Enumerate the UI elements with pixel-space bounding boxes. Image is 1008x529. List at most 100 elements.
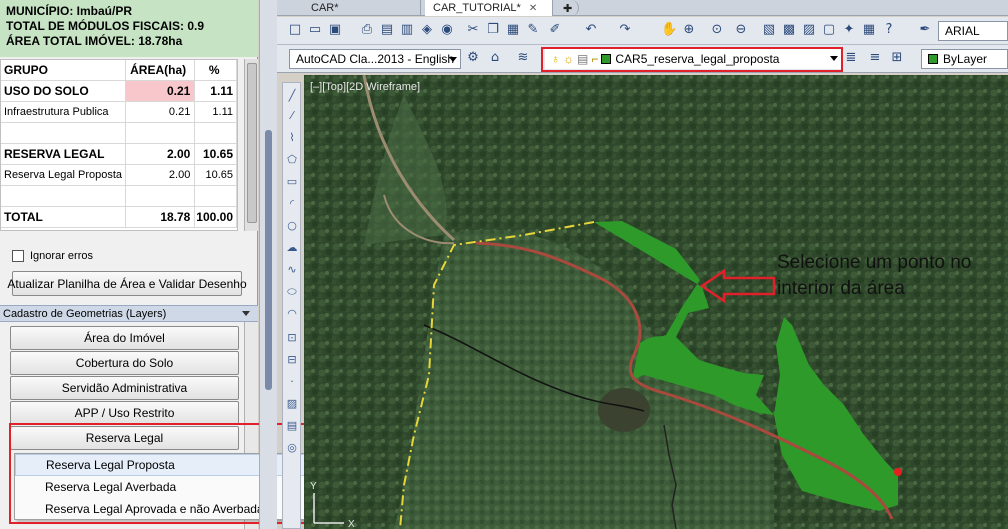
new-tab-button[interactable]: ✚ <box>559 0 579 16</box>
arc-icon[interactable]: ◜ <box>285 197 299 211</box>
table-scrollbar[interactable] <box>244 59 258 231</box>
table-row[interactable] <box>1 186 237 207</box>
reserva-legal-button[interactable]: Reserva Legal <box>10 426 239 450</box>
print-icon[interactable]: ⎙ <box>359 22 375 38</box>
layer-combo[interactable]: ♁ ☼ ▤ ⌐ CAR5_reserva_legal_proposta <box>545 49 841 69</box>
font-combo[interactable]: ARIAL <box>938 21 1008 41</box>
header-percent: % <box>195 60 237 80</box>
save-icon[interactable]: ▣ <box>327 22 343 38</box>
color-swatch <box>928 54 938 64</box>
viewport-freeze-icon: ▤ <box>577 52 589 66</box>
instruction-annotation: Selecione um ponto no interior da área <box>777 252 972 299</box>
construction-line-icon[interactable]: ⁄ <box>285 109 299 123</box>
spline-icon[interactable]: ∿ <box>285 263 299 277</box>
publish-icon[interactable]: ▥ <box>399 22 415 38</box>
chevron-down-icon[interactable] <box>242 311 250 316</box>
match-properties-icon[interactable]: ✎ <box>525 22 541 38</box>
make-current-icon[interactable]: ≣ <box>843 50 859 66</box>
zoom-previous-icon[interactable]: ⊖ <box>733 22 749 38</box>
paste-icon[interactable]: ▦ <box>505 22 521 38</box>
pan-icon[interactable]: ✋ <box>661 22 677 38</box>
cadastro-geometrias-header[interactable]: Cadastro de Geometrias (Layers) <box>0 305 258 322</box>
markup-icon[interactable]: ✦ <box>841 22 857 38</box>
table-row[interactable]: RESERVA LEGAL 2.00 10.65 <box>1 144 237 165</box>
satellite-map[interactable]: Y X <box>304 75 1008 529</box>
area-total-label: ÁREA TOTAL IMÓVEL: 18.78ha <box>6 34 183 48</box>
hatch-icon[interactable]: ▨ <box>285 397 299 411</box>
layer-name: CAR5_reserva_legal_proposta <box>615 52 780 66</box>
cobertura-solo-button[interactable]: Cobertura do Solo <box>10 351 239 375</box>
splitter-handle[interactable] <box>265 130 272 390</box>
car-panel: MUNICÍPIO: Imbaú/PR TOTAL DE MÓDULOS FIS… <box>0 0 258 529</box>
standard-toolbar: □ ▭ ▣ ⎙ ▤ ▥ ◈ ◉ ✂ ❐ ▦ ✎ ✐ ↶ ↷ ✋ ⊕ ⊙ ⊖ ▧ … <box>277 17 1008 45</box>
color-combo[interactable]: ByLayer <box>921 49 1008 69</box>
revision-cloud-icon[interactable]: ☁ <box>285 241 299 255</box>
cadastro-geometrias-label: Cadastro de Geometrias (Layers) <box>3 307 167 320</box>
tool-palettes-icon[interactable]: ▨ <box>801 22 817 38</box>
table-row[interactable]: Reserva Legal Proposta 2.00 10.65 <box>1 165 237 186</box>
tab-car-tutorial[interactable]: CAR_TUTORIAL* ✕ <box>425 0 553 16</box>
zoom-window-icon[interactable]: ⊙ <box>709 22 725 38</box>
ignorar-erros-row[interactable]: Ignorar erros <box>12 250 93 262</box>
table-row[interactable] <box>1 123 237 144</box>
layer-previous-icon[interactable]: ≡ <box>867 50 883 66</box>
drawing-viewport[interactable]: Y X [–][Top][2D Wireframe] Selecione um … <box>304 75 1008 529</box>
line-icon[interactable]: ╱ <box>285 89 299 103</box>
layer-color-swatch <box>601 54 612 64</box>
circle-icon[interactable]: ○ <box>285 219 299 233</box>
app-uso-restrito-button[interactable]: APP / Uso Restrito <box>10 401 239 425</box>
polygon-icon[interactable]: ⬠ <box>285 153 299 167</box>
viewport-controls-label[interactable]: [–][Top][2D Wireframe] <box>310 81 420 93</box>
table-scroll-thumb[interactable] <box>247 63 257 223</box>
layer-properties-icon[interactable]: ⌂ <box>487 50 503 66</box>
workspace-combo[interactable]: AutoCAD Cla...2013 - English <box>289 49 461 69</box>
servidao-administrativa-button[interactable]: Servidão Administrativa <box>10 376 239 400</box>
close-icon[interactable]: ✕ <box>529 3 537 14</box>
properties-icon[interactable]: ▧ <box>761 22 777 38</box>
area-imovel-button[interactable]: Área do Imóvel <box>10 326 239 350</box>
table-header: GRUPO ÁREA(ha) % <box>1 60 237 81</box>
design-center-icon[interactable]: ▩ <box>781 22 797 38</box>
rectangle-icon[interactable]: ▭ <box>285 175 299 189</box>
ellipse-arc-icon[interactable]: ◠ <box>285 307 299 321</box>
svg-text:X: X <box>348 519 355 529</box>
point-icon[interactable]: · <box>285 375 299 389</box>
zoom-realtime-icon[interactable]: ⊕ <box>681 22 697 38</box>
region-icon[interactable]: ◎ <box>285 441 299 455</box>
tab-car[interactable]: CAR* <box>303 0 421 16</box>
modulos-fiscais-label: TOTAL DE MÓDULOS FISCAIS: 0.9 <box>6 19 205 33</box>
panel-splitter[interactable] <box>259 0 277 529</box>
print-preview-icon[interactable]: ▤ <box>379 22 395 38</box>
globe-icon[interactable]: ◉ <box>439 22 455 38</box>
sheet-set-icon[interactable]: ▢ <box>821 22 837 38</box>
municipio-label: MUNICÍPIO: Imbaú/PR <box>6 4 133 18</box>
text-style-icon[interactable]: ✒ <box>917 22 933 38</box>
new-file-icon[interactable]: □ <box>287 22 303 38</box>
table-row[interactable]: USO DO SOLO 0.21 1.11 <box>1 81 237 102</box>
redo-icon[interactable]: ↷ <box>617 22 633 38</box>
layers-toolbar: AutoCAD Cla...2013 - English ⚙ ⌂ ≋ ♁ ☼ ▤… <box>277 45 1008 73</box>
atualizar-planilha-button[interactable]: Atualizar Planilha de Área e Validar Des… <box>7 271 247 296</box>
insert-block-icon[interactable]: ⊡ <box>285 331 299 345</box>
polyline-icon[interactable]: ⌇ <box>285 131 299 145</box>
header-area: ÁREA(ha) <box>126 60 196 80</box>
help-icon[interactable]: ? <box>881 22 897 38</box>
ellipse-icon[interactable]: ⬭ <box>285 285 299 299</box>
ignorar-erros-checkbox[interactable] <box>12 250 24 262</box>
svg-text:Y: Y <box>310 481 317 492</box>
cut-icon[interactable]: ✂ <box>465 22 481 38</box>
open-file-icon[interactable]: ▭ <box>307 22 323 38</box>
undo-icon[interactable]: ↶ <box>583 22 599 38</box>
calculator-icon[interactable]: ▦ <box>861 22 877 38</box>
table-row[interactable]: Infraestrutura Publica 0.21 1.11 <box>1 102 237 123</box>
layer-match-icon[interactable]: ⊞ <box>889 50 905 66</box>
workspace-settings-icon[interactable]: ⚙ <box>465 50 481 66</box>
plot-icon[interactable]: ◈ <box>419 22 435 38</box>
brush-icon[interactable]: ✐ <box>547 22 563 38</box>
make-block-icon[interactable]: ⊟ <box>285 353 299 367</box>
chevron-down-icon <box>830 56 838 61</box>
layer-states-icon[interactable]: ≋ <box>515 50 531 66</box>
table-row[interactable]: TOTAL 18.78 100.00 <box>1 207 237 228</box>
copy-icon[interactable]: ❐ <box>485 22 501 38</box>
gradient-icon[interactable]: ▤ <box>285 419 299 433</box>
